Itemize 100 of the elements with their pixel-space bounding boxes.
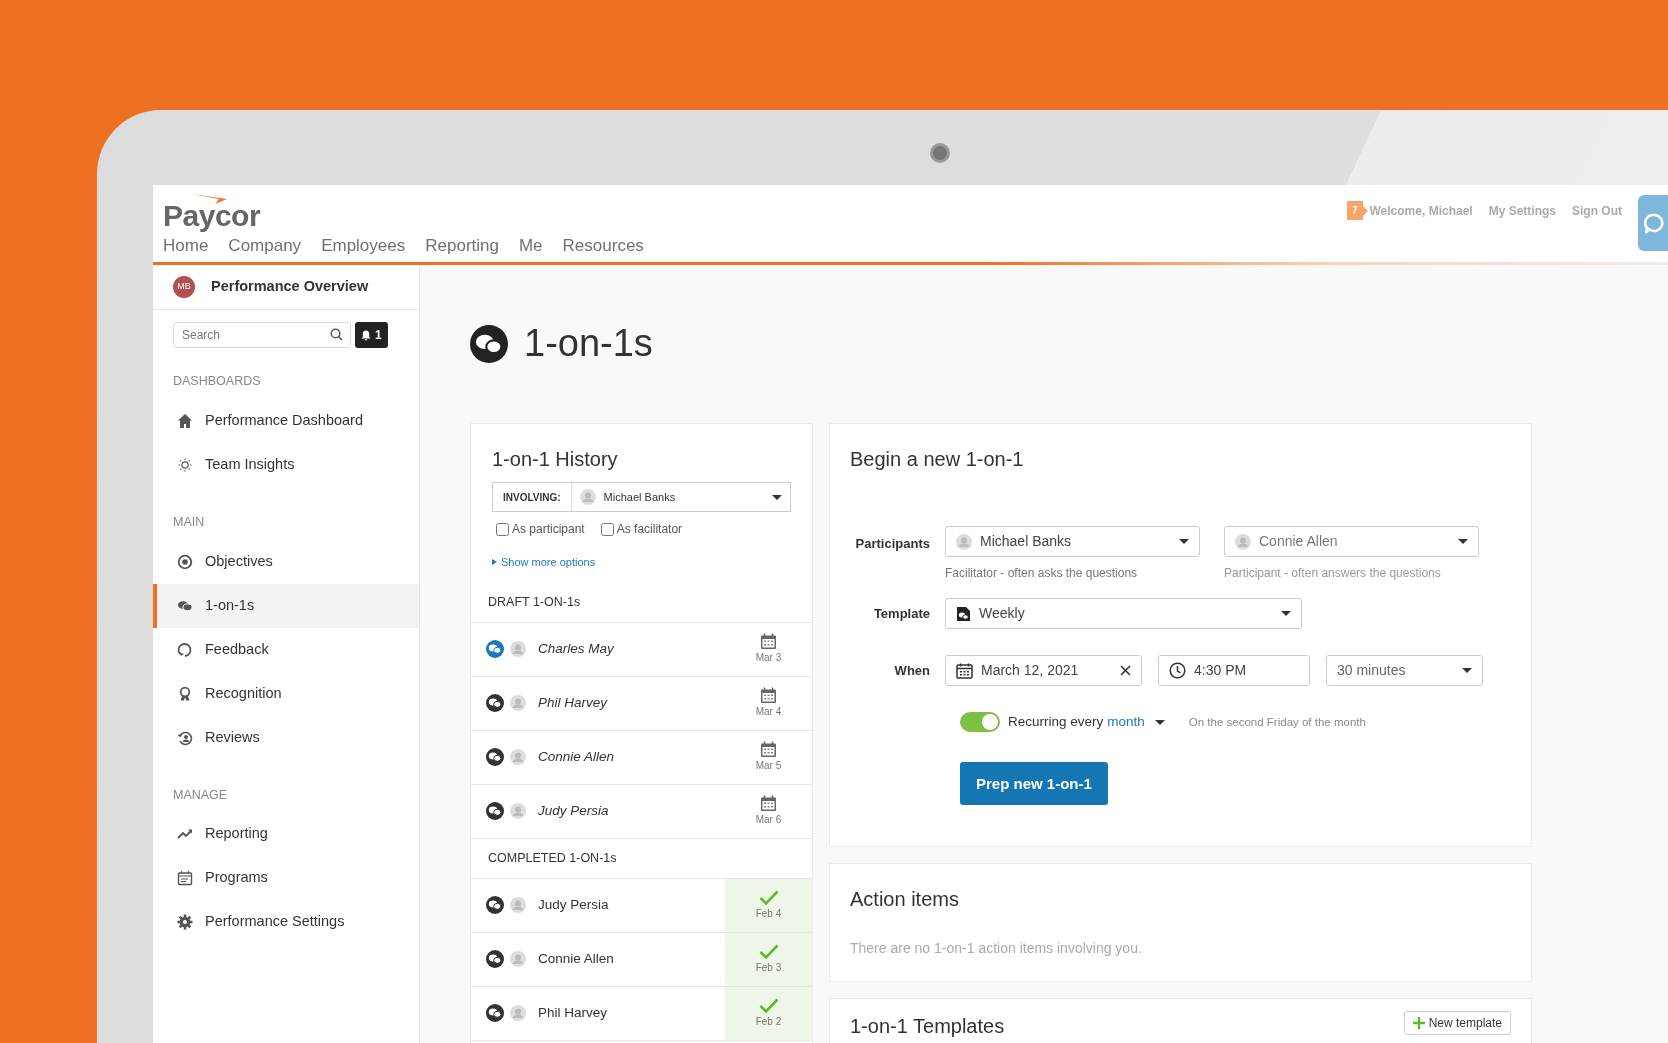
calendar-icon: [760, 687, 777, 704]
date-label: Mar 5: [755, 759, 782, 773]
card-title: 1-on-1 Templates: [850, 1014, 1005, 1039]
date-label: Feb 2: [755, 1014, 782, 1029]
person-name: Phil Harvey: [538, 693, 609, 712]
history-row[interactable]: Phil Harvey Feb 2: [471, 986, 812, 1041]
duration-select[interactable]: 30 minutes: [1326, 655, 1483, 686]
bell-icon: [361, 329, 371, 341]
show-more-link[interactable]: Show more options: [501, 554, 596, 571]
sidebar-item[interactable]: 1-on-1s: [153, 583, 419, 628]
avatar-icon: [510, 695, 526, 711]
checkmark-icon: [758, 943, 779, 960]
calendar-icon: [760, 795, 777, 812]
date-field[interactable]: March 12, 2021: [945, 655, 1142, 686]
sidebar-item[interactable]: Recognition: [153, 671, 419, 716]
house-icon: [177, 412, 193, 429]
participant-select[interactable]: Michael Banks: [945, 526, 1200, 557]
history-row[interactable]: Connie Allen Mar 5: [471, 730, 812, 785]
sidebar-item[interactable]: Team Insights: [153, 442, 419, 487]
history-row[interactable]: Charles May Mar 3: [471, 622, 812, 677]
section-heading: MANAGE: [172, 786, 229, 804]
document-icon: [956, 605, 971, 622]
calendar-icon: [177, 870, 193, 887]
checkbox[interactable]: [600, 522, 614, 536]
triangle-icon: [492, 559, 497, 566]
logo: Paycor: [163, 201, 262, 231]
sidebar-item[interactable]: Programs: [153, 856, 419, 901]
alerts-button[interactable]: 1: [355, 322, 388, 348]
person-name: Judy Persia: [538, 801, 610, 820]
refresh-icon: [177, 641, 193, 658]
nav-link[interactable]: Company: [228, 232, 302, 258]
plus-icon: [1412, 1017, 1425, 1029]
checkbox-label: As participant: [512, 521, 585, 538]
card-title: Action items: [850, 887, 960, 912]
avatar-icon: [579, 489, 596, 505]
checkmark-icon: [758, 997, 779, 1014]
person-name: Connie Allen: [538, 949, 615, 968]
avatar-icon: [510, 897, 526, 913]
flag-tip-icon: [1362, 205, 1368, 216]
group-heading: COMPLETED 1-ON-1s: [471, 838, 812, 879]
camera-lens: [930, 143, 950, 163]
history-row[interactable]: Phil Harvey Mar 4: [471, 676, 812, 731]
time-field[interactable]: 4:30 PM: [1158, 655, 1310, 686]
sidebar-item[interactable]: Performance Dashboard: [153, 398, 419, 443]
close-icon[interactable]: [1120, 665, 1131, 676]
checkmark-icon: [758, 889, 779, 906]
toggle-switch[interactable]: [960, 712, 1000, 733]
nav-link[interactable]: Resources: [562, 232, 644, 258]
history-row[interactable]: Judy Persia Mar 6: [471, 784, 812, 839]
sidebar-item[interactable]: Reviews: [153, 715, 419, 760]
avatar-icon: [956, 533, 972, 550]
new-template-button[interactable]: New template: [1403, 1011, 1511, 1035]
nav-link[interactable]: Reporting: [425, 232, 499, 258]
card-title: Begin a new 1-on-1: [850, 447, 1025, 472]
recurring-label: Recurring every: [1008, 713, 1104, 731]
checkbox[interactable]: [496, 522, 509, 536]
search-icon[interactable]: [330, 328, 343, 341]
avatar-icon: [510, 951, 526, 967]
calendar-icon: [760, 741, 777, 758]
history-row[interactable]: Connie Allen Feb 3: [471, 932, 812, 987]
field-label: When: [893, 661, 931, 680]
section-heading: MAIN: [172, 513, 206, 531]
person-name: Judy Persia: [538, 895, 610, 914]
person-name: Phil Harvey: [538, 1003, 609, 1022]
page-title: 1-on-1s: [524, 321, 653, 367]
avatar-icon: [510, 803, 526, 819]
empty-message: There are no 1-on-1 action items involving you.: [850, 939, 1143, 958]
sidebar-item[interactable]: Reporting: [153, 812, 419, 857]
nav-link[interactable]: Employees: [321, 232, 406, 258]
template-select[interactable]: Weekly: [945, 598, 1302, 629]
search-field[interactable]: Search: [173, 322, 351, 348]
person-history-icon: [177, 729, 193, 746]
sidebar-item[interactable]: Performance Settings: [153, 900, 419, 945]
avatar-icon: [1235, 533, 1251, 550]
hint-text: Participant - often answers the questions: [1224, 565, 1442, 582]
unit-dropdown[interactable]: month: [1107, 712, 1165, 733]
history-row[interactable]: Judy Persia Feb 4: [471, 878, 812, 933]
card-title: 1-on-1 History: [492, 447, 619, 472]
user-avatar[interactable]: MB: [173, 276, 195, 298]
person-name: Charles May: [538, 639, 615, 658]
nav-link[interactable]: Me: [518, 232, 543, 258]
section-heading: DASHBOARDS: [172, 373, 262, 390]
calendar-icon: [956, 662, 973, 679]
target-icon: [177, 553, 193, 570]
clock-icon: [1169, 662, 1186, 679]
group-heading: DRAFT 1-ON-1s: [471, 582, 812, 623]
sidebar-item[interactable]: Objectives: [153, 539, 419, 584]
involving-select[interactable]: INVOLVING: Michael Banks: [492, 482, 791, 512]
recurrence-note: On the second Friday of the month: [1188, 714, 1366, 730]
avatar-icon: [510, 749, 526, 765]
date-label: Mar 4: [755, 705, 782, 719]
avatar-icon: [510, 641, 526, 657]
prep-button[interactable]: Prep new 1-on-1: [960, 762, 1108, 806]
sidebar-title: Performance Overview: [211, 277, 369, 297]
nav-link[interactable]: Home: [163, 232, 209, 258]
field-label: Participants: [854, 535, 931, 553]
gear-icon: [177, 914, 193, 931]
person-name: Connie Allen: [538, 747, 616, 766]
sidebar-item[interactable]: Feedback: [153, 627, 419, 672]
participant-select[interactable]: Connie Allen: [1224, 526, 1479, 557]
